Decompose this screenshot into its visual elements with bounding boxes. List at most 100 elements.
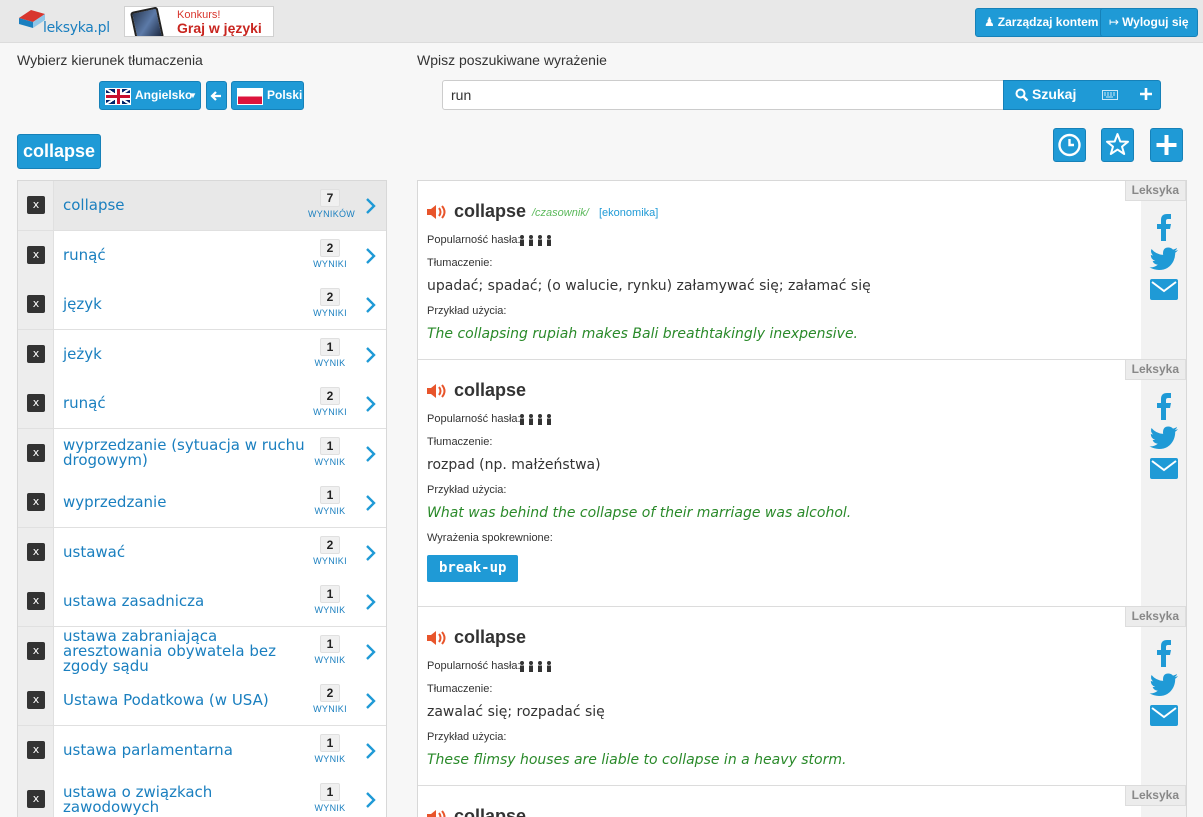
result-count-number: 1	[320, 634, 340, 653]
related-term-button[interactable]: break-up	[427, 555, 519, 582]
result-count-unit: WYNIK	[314, 456, 346, 467]
history-item-word[interactable]: ustawa parlamentarna	[63, 726, 313, 775]
facebook-icon[interactable]	[1148, 211, 1180, 243]
remove-item-button[interactable]: x	[18, 379, 54, 428]
history-item[interactable]: x wyprzedzanie 1 WYNIK	[18, 478, 386, 528]
translation-text: zawalać się; rozpadać się	[427, 704, 605, 720]
history-item[interactable]: x runąć 2 WYNIKI	[18, 230, 386, 281]
search-button-label: Szukaj	[1032, 86, 1077, 102]
site-logo[interactable]: leksyka.pl	[15, 6, 110, 38]
source-tag: Leksyka	[1124, 360, 1186, 380]
chevron-right-icon[interactable]	[364, 742, 376, 760]
result-count: 1 WYNIK	[308, 733, 352, 764]
chevron-right-icon[interactable]	[364, 395, 376, 413]
caret-down-icon: ▼	[189, 91, 197, 100]
chevron-right-icon[interactable]	[364, 296, 376, 314]
history-item-word[interactable]: wyprzedzanie	[63, 478, 313, 527]
speaker-icon[interactable]	[426, 203, 448, 221]
logout-icon: ↦	[1109, 15, 1120, 29]
chevron-right-icon[interactable]	[364, 593, 376, 611]
twitter-icon[interactable]	[1148, 668, 1180, 700]
speaker-icon[interactable]	[426, 808, 448, 817]
email-icon[interactable]	[1148, 452, 1180, 484]
history-item-word[interactable]: runąć	[63, 379, 313, 428]
remove-item-button[interactable]: x	[18, 626, 54, 676]
favorites-button[interactable]	[1101, 128, 1134, 162]
remove-item-button[interactable]: x	[18, 181, 54, 230]
remove-item-button[interactable]: x	[18, 527, 54, 577]
remove-item-button[interactable]: x	[18, 725, 54, 775]
remove-item-button[interactable]: x	[18, 478, 54, 527]
manage-account-button[interactable]: ♟ Zarządzaj kontem	[975, 8, 1108, 37]
search-input[interactable]	[442, 80, 1004, 110]
chevron-right-icon[interactable]	[364, 197, 376, 215]
remove-item-button[interactable]: x	[18, 577, 54, 626]
add-word-button[interactable]	[1150, 128, 1183, 162]
result-count: 1 WYNIK	[308, 783, 352, 813]
history-item[interactable]: x wyprzedzanie (sytuacja w ruchu drogowym…	[18, 428, 386, 479]
add-button[interactable]	[1132, 81, 1160, 109]
history-item-word[interactable]: jeżyk	[63, 330, 313, 379]
translation-label: Tłumaczenie:	[427, 436, 493, 448]
history-item-word[interactable]: ustawać	[63, 528, 313, 577]
user-icon: ♟	[984, 15, 995, 29]
history-item-word[interactable]: wyprzedzanie (sytuacja w ruchu drogowym)	[63, 429, 313, 478]
logout-button[interactable]: ↦ Wyloguj się	[1100, 8, 1198, 37]
chevron-right-icon[interactable]	[364, 494, 376, 512]
twitter-icon[interactable]	[1148, 242, 1180, 274]
chevron-right-icon[interactable]	[364, 643, 376, 661]
email-icon[interactable]	[1148, 699, 1180, 731]
chevron-right-icon[interactable]	[364, 692, 376, 710]
history-item-word[interactable]: runąć	[63, 231, 313, 280]
email-icon[interactable]	[1148, 273, 1180, 305]
facebook-icon[interactable]	[1148, 637, 1180, 669]
history-item-word[interactable]: Ustawa Podatkowa (w USA)	[63, 676, 313, 725]
history-item-word[interactable]: ustawa zasadnicza	[63, 577, 313, 626]
keyboard-button[interactable]	[1098, 81, 1122, 109]
remove-item-button[interactable]: x	[18, 676, 54, 725]
history-item[interactable]: x ustawa o związkach zawodowych 1 WYNIK	[18, 775, 386, 817]
history-item[interactable]: x collapse 7 WYNIKÓW	[18, 181, 386, 231]
chevron-right-icon[interactable]	[364, 791, 376, 809]
history-item-word[interactable]: język	[63, 280, 313, 329]
remove-item-button[interactable]: x	[18, 329, 54, 379]
speaker-icon[interactable]	[426, 629, 448, 647]
history-button[interactable]	[1053, 128, 1086, 162]
history-item[interactable]: x runąć 2 WYNIKI	[18, 379, 386, 429]
history-item[interactable]: x ustawa zabraniająca aresztowania obywat…	[18, 626, 386, 677]
chevron-right-icon[interactable]	[364, 445, 376, 463]
history-item-word[interactable]: ustawa o związkach zawodowych	[63, 775, 313, 817]
history-item[interactable]: x Ustawa Podatkowa (w USA) 2 WYNIKI	[18, 676, 386, 726]
speaker-icon[interactable]	[426, 382, 448, 400]
domain-tag[interactable]: [ekonomika]	[599, 207, 658, 219]
search-button[interactable]: Szukaj	[1004, 81, 1088, 109]
remove-icon: x	[27, 295, 45, 313]
twitter-icon[interactable]	[1148, 421, 1180, 453]
chevron-right-icon[interactable]	[364, 544, 376, 562]
remove-icon: x	[27, 344, 45, 363]
related-label: Wyrażenia spokrewnione:	[427, 532, 553, 544]
contest-banner[interactable]: Konkurs! Graj w języki	[124, 6, 274, 37]
history-item-word[interactable]: ustawa zabraniająca aresztowania obywate…	[63, 627, 313, 676]
facebook-icon[interactable]	[1148, 390, 1180, 422]
source-language-label: Angielsko	[135, 88, 193, 102]
target-language-button[interactable]: Polski	[231, 81, 304, 110]
result-count-number: 2	[320, 238, 340, 257]
result-count-unit: WYNIK	[314, 803, 346, 813]
history-item[interactable]: x ustawa zasadnicza 1 WYNIK	[18, 577, 386, 627]
source-language-dropdown[interactable]: Angielsko ▼	[99, 81, 201, 110]
current-term-chip[interactable]: collapse	[17, 134, 101, 169]
history-item[interactable]: x język 2 WYNIKI	[18, 280, 386, 330]
history-item-word[interactable]: collapse	[63, 181, 313, 230]
remove-item-button[interactable]: x	[18, 428, 54, 478]
chevron-right-icon[interactable]	[364, 346, 376, 364]
swap-direction-button[interactable]	[206, 81, 227, 110]
history-item[interactable]: x ustawać 2 WYNIKI	[18, 527, 386, 578]
chevron-right-icon[interactable]	[364, 247, 376, 265]
history-item[interactable]: x ustawa parlamentarna 1 WYNIK	[18, 725, 386, 776]
remove-item-button[interactable]: x	[18, 280, 54, 329]
remove-item-button[interactable]: x	[18, 230, 54, 280]
history-item[interactable]: x jeżyk 1 WYNIK	[18, 329, 386, 380]
popularity-people-icon	[520, 235, 551, 246]
remove-item-button[interactable]: x	[18, 775, 54, 817]
